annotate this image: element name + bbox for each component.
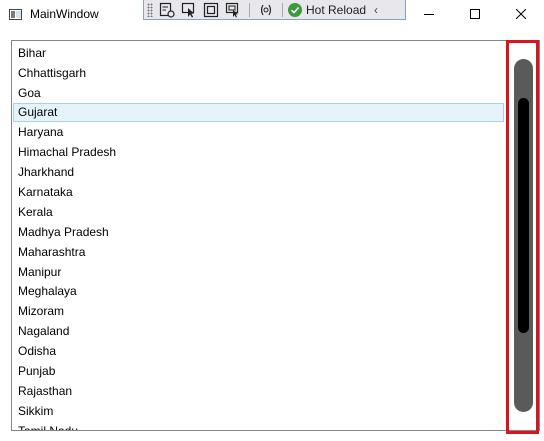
close-icon bbox=[516, 9, 526, 19]
list-item[interactable]: Chhattisgarh bbox=[13, 64, 504, 83]
states-listbox[interactable]: Bihar Chhattisgarh Goa Gujarat Haryana H… bbox=[11, 40, 540, 431]
list-item[interactable]: Bihar bbox=[13, 44, 504, 63]
list-item[interactable]: Madhya Pradesh bbox=[13, 223, 504, 242]
list-item[interactable]: Maharashtra bbox=[13, 243, 504, 262]
hot-reload-label: Hot Reload bbox=[306, 2, 367, 17]
select-element-icon bbox=[181, 2, 195, 17]
toolbar-separator bbox=[282, 2, 283, 17]
list-item[interactable]: Goa bbox=[13, 84, 504, 103]
live-visual-tree-icon bbox=[159, 2, 175, 18]
maximize-button[interactable] bbox=[452, 0, 498, 28]
display-layout-adorners-button[interactable] bbox=[200, 1, 222, 19]
list-item[interactable]: Jharkhand bbox=[13, 163, 504, 182]
track-focus-icon bbox=[225, 2, 239, 17]
list-item[interactable]: Sikkim bbox=[13, 402, 504, 421]
list-item[interactable]: Haryana bbox=[13, 123, 504, 142]
select-element-button[interactable] bbox=[178, 1, 200, 19]
display-layout-adorners-icon bbox=[203, 2, 219, 17]
window-title: MainWindow bbox=[30, 7, 99, 21]
hot-reload-check-icon bbox=[288, 2, 302, 17]
debug-toolbar: Hot Reload ‹ bbox=[143, 0, 406, 20]
track-focus-button[interactable] bbox=[222, 1, 244, 19]
grip-icon[interactable] bbox=[147, 2, 153, 17]
collapse-chevron-icon[interactable]: ‹ bbox=[374, 3, 378, 17]
list-item[interactable]: Himachal Pradesh bbox=[13, 143, 504, 162]
toolbar-separator bbox=[249, 2, 250, 17]
list-item[interactable]: Punjab bbox=[13, 362, 504, 381]
list-item[interactable]: Odisha bbox=[13, 342, 504, 361]
list-item[interactable]: Nagaland bbox=[13, 322, 504, 341]
list-item[interactable]: Meghalaya bbox=[13, 282, 504, 301]
list-item-selected[interactable]: Gujarat bbox=[13, 103, 504, 122]
window-app-icon[interactable] bbox=[9, 9, 22, 20]
scrollbar-highlight-box bbox=[506, 40, 539, 434]
maximize-icon bbox=[470, 9, 480, 19]
list-item[interactable]: Manipur bbox=[13, 263, 504, 282]
list-item[interactable]: Mizoram bbox=[13, 302, 504, 321]
close-button[interactable] bbox=[498, 0, 544, 28]
list-item[interactable]: Karnataka bbox=[13, 183, 504, 202]
list-item[interactable]: Kerala bbox=[13, 203, 504, 222]
list-item[interactable]: Tamil Nadu bbox=[13, 422, 504, 430]
minimize-button[interactable] bbox=[406, 0, 452, 28]
binding-failures-icon bbox=[260, 4, 272, 15]
live-visual-tree-button[interactable] bbox=[156, 1, 178, 19]
minimize-icon bbox=[424, 14, 434, 15]
binding-failures-button[interactable] bbox=[255, 1, 277, 19]
hot-reload-button[interactable]: Hot Reload bbox=[288, 1, 366, 19]
list-item[interactable]: Rajasthan bbox=[13, 382, 504, 401]
